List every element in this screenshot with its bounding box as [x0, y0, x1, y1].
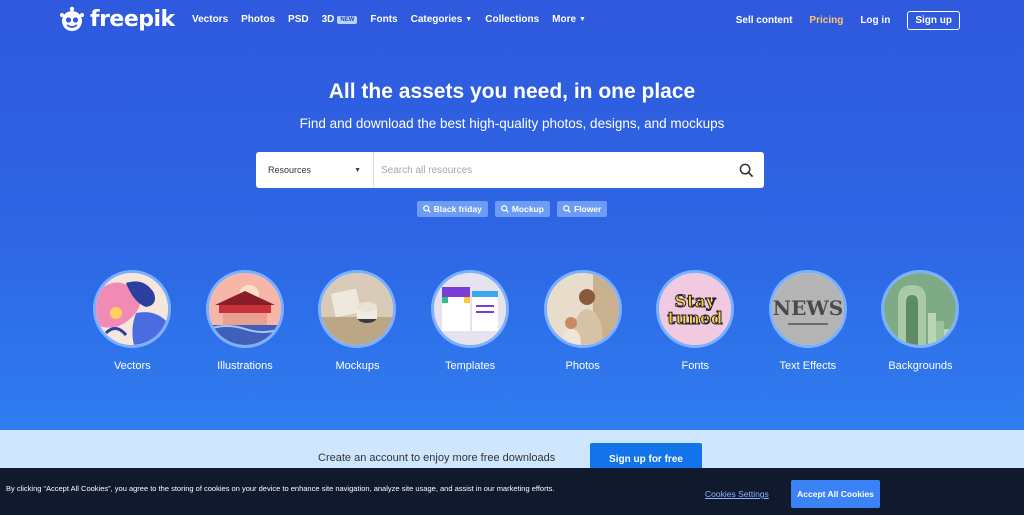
category-label: Mockups — [335, 360, 380, 372]
nav-categories[interactable]: Categories ▼ — [411, 14, 473, 25]
dropdown-arrow-icon: ▼ — [354, 166, 361, 174]
accept-cookies-button[interactable]: Accept All Cookies — [791, 480, 880, 508]
chevron-down-icon: ▼ — [579, 16, 586, 23]
freepik-logo[interactable]: freepik — [58, 6, 175, 32]
page-subtitle: Find and download the best high-quality … — [299, 116, 725, 131]
new-badge: NEW — [337, 15, 358, 24]
tag-flower[interactable]: Flower — [556, 201, 608, 217]
search-input[interactable] — [374, 152, 728, 188]
search-icon — [563, 205, 571, 213]
illustrations-thumbnail — [205, 270, 284, 348]
category-label: Backgrounds — [888, 360, 953, 372]
search-bar: Resources ▼ — [256, 152, 764, 188]
nav-3d[interactable]: 3D NEW — [322, 14, 358, 25]
cookie-text: By clicking “Accept All Cookies”, you ag… — [6, 484, 555, 493]
search-button[interactable] — [728, 152, 764, 188]
fonts-thumb-word-2: tuned — [668, 309, 723, 329]
category-label: Fonts — [681, 360, 710, 372]
tag-mockup[interactable]: Mockup — [494, 201, 550, 217]
nav-fonts-label: Fonts — [370, 14, 398, 25]
logo-text: freepik — [90, 6, 175, 32]
nav-collections-label: Collections — [485, 14, 540, 25]
category-label: Illustrations — [217, 360, 273, 372]
search-icon — [500, 205, 509, 213]
category-backgrounds[interactable]: Backgrounds — [864, 270, 977, 372]
nav-collections[interactable]: Collections — [485, 14, 539, 25]
templates-thumbnail — [431, 270, 510, 348]
main-nav: Vectors Photos PSD 3D NEW Fonts Categorie… — [192, 14, 599, 25]
text-effects-thumbnail: NEWS — [768, 270, 847, 348]
mockups-thumbnail — [318, 270, 397, 348]
nav-photos-label: Photos — [241, 14, 276, 25]
signup-banner: Create an account to enjoy more free dow… — [0, 430, 1024, 470]
resource-type-select[interactable]: Resources ▼ — [256, 152, 374, 188]
category-label: Templates — [445, 360, 496, 372]
category-label: Text Effects — [779, 360, 837, 372]
nav-fonts[interactable]: Fonts — [370, 14, 397, 25]
banner-text: Create an account to enjoy more free dow… — [318, 452, 556, 464]
category-mockups[interactable]: Mockups — [301, 270, 414, 372]
pricing-link[interactable]: Pricing — [809, 15, 843, 26]
category-label: Vectors — [113, 360, 151, 372]
cookie-banner: By clicking “Accept All Cookies”, you ag… — [0, 468, 1024, 515]
category-text-effects[interactable]: NEWS Text Effects — [752, 270, 865, 372]
tag-label: Mockup — [511, 204, 544, 214]
category-fonts[interactable]: Stay tuned Fonts — [639, 270, 752, 372]
nav-categories-label: Categories — [410, 14, 463, 25]
nav-psd-label: PSD — [288, 14, 309, 25]
nav-actions: Sell content Pricing Log in Sign up — [736, 11, 960, 30]
category-photos[interactable]: Photos — [526, 270, 639, 372]
nav-psd[interactable]: PSD — [288, 14, 309, 25]
nav-vectors-label: Vectors — [192, 14, 229, 25]
backgrounds-thumbnail — [881, 270, 960, 348]
chevron-down-icon: ▼ — [465, 16, 473, 23]
signup-button[interactable]: Sign up — [907, 11, 960, 30]
nav-more[interactable]: More ▼ — [552, 14, 586, 25]
category-vectors[interactable]: Vectors — [76, 270, 189, 372]
sell-content-link[interactable]: Sell content — [736, 15, 793, 26]
vectors-thumbnail — [93, 270, 172, 348]
fonts-thumbnail: Stay tuned — [656, 270, 735, 348]
freepik-logo-icon — [58, 6, 86, 32]
tag-label: Black friday — [433, 204, 482, 214]
category-illustrations[interactable]: Illustrations — [189, 270, 302, 372]
top-nav: freepik Vectors Photos PSD 3D NEW Fonts C… — [0, 0, 1024, 42]
tag-black-friday[interactable]: Black friday — [416, 201, 488, 217]
nav-3d-label: 3D — [321, 14, 335, 25]
text-effects-thumb-word: NEWS — [773, 296, 843, 320]
nav-more-label: More — [552, 14, 577, 25]
nav-vectors[interactable]: Vectors — [192, 14, 228, 25]
category-label: Photos — [565, 360, 600, 372]
category-templates[interactable]: Templates — [414, 270, 527, 372]
cookies-settings-link[interactable]: Cookies Settings — [705, 489, 769, 499]
category-list: Vectors Illustrations Mockups Templates … — [76, 270, 977, 372]
nav-photos[interactable]: Photos — [241, 14, 275, 25]
login-link[interactable]: Log in — [860, 15, 890, 26]
tag-label: Flower — [573, 204, 602, 214]
resource-type-value: Resources — [268, 165, 312, 175]
popular-tags: Black friday Mockup Flower — [0, 201, 1024, 217]
page-title: All the assets you need, in one place — [328, 80, 696, 103]
search-icon — [422, 205, 431, 213]
search-icon — [739, 163, 753, 177]
photos-thumbnail — [543, 270, 622, 348]
